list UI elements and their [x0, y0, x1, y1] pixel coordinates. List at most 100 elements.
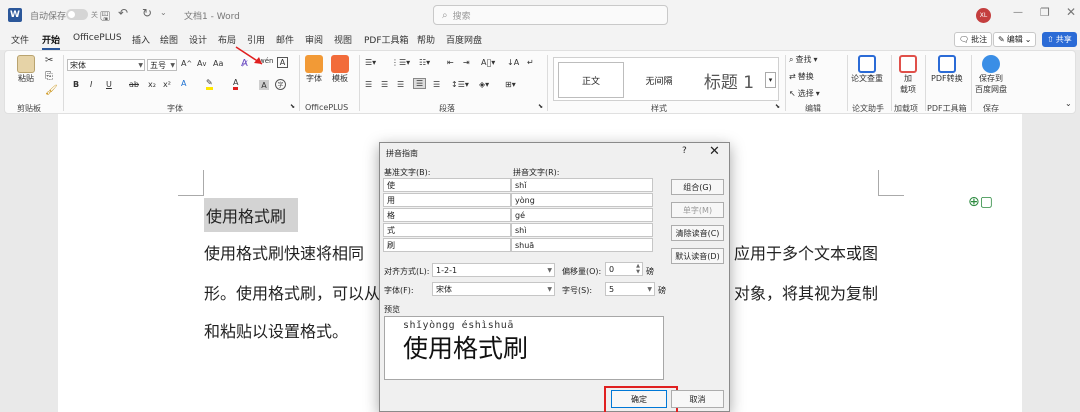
ruby-text-field[interactable]: shì — [511, 223, 653, 237]
officeplus-template-button[interactable]: 模板 — [331, 55, 349, 84]
strikethrough-icon[interactable]: ab — [129, 80, 139, 89]
base-text-field[interactable]: 使 — [383, 178, 511, 192]
comment-button[interactable]: 🗨 批注 — [954, 32, 993, 47]
default-reading-button[interactable]: 默认读音(D) — [671, 248, 724, 264]
clear-reading-button[interactable]: 清除读音(C) — [671, 225, 724, 241]
paragraph-line-3[interactable]: 和粘贴以设置格式。 — [204, 318, 348, 342]
justify-icon[interactable]: ☰ — [413, 78, 427, 89]
share-button[interactable]: ⇧ 共享 — [1042, 32, 1077, 47]
restore-icon[interactable]: ❐ — [1040, 6, 1050, 19]
paragraph-line-1-right[interactable]: 应用于多个文本或图 — [734, 240, 878, 264]
ruby-text-field[interactable]: shǐ — [511, 178, 653, 192]
save-icon[interactable]: 🖫 — [100, 7, 110, 28]
shading-icon[interactable]: ◈▾ — [479, 80, 489, 89]
style-heading-1[interactable]: 标题 1 — [694, 62, 764, 98]
stepper-arrows-icon[interactable]: ▲ ▼ — [636, 263, 640, 275]
subscript-icon[interactable]: x₂ — [148, 80, 156, 89]
offset-stepper[interactable]: 0 ▲ ▼ — [605, 262, 643, 276]
format-painter-icon[interactable]: 🖌 — [45, 85, 58, 96]
addins-button[interactable]: 加 载项 — [899, 55, 917, 95]
select-button[interactable]: ↖ 选择 ▾ — [789, 88, 820, 99]
tab-view[interactable]: 视图 — [334, 33, 352, 46]
save-to-baidu-button[interactable]: 保存到 百度网盘 — [975, 55, 1007, 95]
chinese-layout-icon[interactable]: A⃝▾ — [481, 58, 495, 67]
increase-indent-icon[interactable]: ⇥ — [463, 58, 470, 67]
grow-font-icon[interactable]: A ^ — [181, 59, 192, 68]
ruby-text-field[interactable]: shuā — [511, 238, 653, 252]
copy-icon[interactable]: ⎘ — [45, 71, 53, 82]
tab-draw[interactable]: 绘图 — [160, 33, 178, 46]
find-button[interactable]: ⌕ 查找 ▾ — [789, 54, 818, 65]
cut-icon[interactable]: ✂ — [45, 55, 53, 66]
pdf-convert-button[interactable]: PDF转换 — [931, 55, 963, 84]
tab-review[interactable]: 审阅 — [305, 33, 323, 46]
cancel-button[interactable]: 取消 — [671, 390, 724, 408]
tab-insert[interactable]: 插入 — [132, 33, 150, 46]
tab-mailings[interactable]: 邮件 — [276, 33, 294, 46]
paper-check-button[interactable]: 论文查重 — [851, 55, 883, 84]
size-select[interactable]: 5 ▼ — [605, 282, 655, 296]
mono-button[interactable]: 单字(M) — [671, 202, 724, 218]
styles-more-icon[interactable]: ▾ — [765, 72, 776, 88]
enclose-characters-icon[interactable]: 字 — [275, 79, 286, 90]
bold-icon[interactable]: B — [73, 80, 79, 89]
font-name-select[interactable]: 宋体 ▼ — [67, 59, 145, 71]
edit-mode-button[interactable]: ✎ 编辑 ⌄ — [993, 32, 1037, 47]
superscript-icon[interactable]: x² — [163, 80, 171, 89]
bullets-icon[interactable]: ☰▾ — [365, 58, 376, 67]
decrease-indent-icon[interactable]: ⇤ — [447, 58, 454, 67]
avatar[interactable]: XL — [976, 8, 991, 23]
tab-design[interactable]: 设计 — [189, 33, 207, 46]
borders-icon[interactable]: ⊞▾ — [505, 80, 516, 89]
paragraph-dialog-launcher-icon[interactable]: ⬊ — [538, 103, 543, 110]
collapse-ribbon-icon[interactable]: ⌄ — [1065, 99, 1072, 108]
font-dialog-launcher-icon[interactable]: ⬊ — [290, 103, 295, 110]
base-text-field[interactable]: 用 — [383, 193, 511, 207]
numbering-icon[interactable]: ⋮☰▾ — [391, 58, 410, 67]
font-color-icon[interactable]: A — [233, 78, 239, 90]
alignment-select[interactable]: 1-2-1 ▼ — [432, 263, 555, 277]
change-case-icon[interactable]: Aa — [213, 59, 223, 68]
paragraph-line-1-left[interactable]: 使用格式刷快速将相同 — [204, 240, 364, 264]
quick-access-more-icon[interactable]: ⌄ — [160, 8, 167, 17]
multilevel-list-icon[interactable]: ☷▾ — [419, 58, 430, 67]
paragraph-line-2-right[interactable]: 对象，将其视为复制 — [734, 280, 878, 304]
align-right-icon[interactable]: ☰ — [397, 80, 404, 89]
ruby-text-field[interactable]: gé — [511, 208, 653, 222]
autosave-toggle[interactable]: 关 — [66, 9, 98, 20]
character-border-icon[interactable]: A — [277, 57, 288, 68]
help-icon[interactable]: ? — [682, 146, 687, 156]
redo-icon[interactable]: ↻ — [142, 6, 152, 20]
selected-text[interactable]: 使用格式刷 — [204, 198, 299, 232]
sort-icon[interactable]: ↓A — [507, 58, 519, 67]
tab-help[interactable]: 帮助 — [417, 33, 435, 46]
base-text-field[interactable]: 格 — [383, 208, 511, 222]
align-center-icon[interactable]: ☰ — [381, 80, 388, 89]
highlight-icon[interactable]: ✎ — [206, 78, 213, 90]
add-comment-icon[interactable]: ⊕▢ — [968, 194, 993, 210]
font-select[interactable]: 宋体 ▼ — [432, 282, 555, 296]
show-marks-icon[interactable]: ↵ — [527, 58, 534, 67]
styles-dialog-launcher-icon[interactable]: ⬊ — [775, 103, 780, 110]
ruby-text-field[interactable]: yòng — [511, 193, 653, 207]
text-effects-icon[interactable]: A — [181, 79, 186, 88]
font-size-select[interactable]: 五号 ▼ — [147, 59, 177, 71]
character-shading-icon[interactable]: A — [259, 80, 269, 90]
underline-icon[interactable]: U — [106, 80, 112, 89]
officeplus-font-button[interactable]: 字体 — [305, 55, 323, 84]
style-no-spacing[interactable]: 无间隔 — [626, 62, 692, 98]
italic-icon[interactable]: I — [90, 80, 92, 89]
search-box[interactable]: ⌕ 搜索 — [433, 5, 668, 25]
group-button[interactable]: 组合(G) — [671, 179, 724, 195]
replace-button[interactable]: ⇄ 替换 — [789, 71, 814, 82]
style-normal[interactable]: 正文 — [558, 62, 624, 98]
base-text-field[interactable]: 式 — [383, 223, 511, 237]
line-spacing-icon[interactable]: ↕☰▾ — [451, 80, 469, 89]
undo-icon[interactable]: ↶ — [118, 6, 128, 20]
tab-home[interactable]: 开始 — [42, 33, 61, 50]
tab-file[interactable]: 文件 — [11, 33, 29, 46]
tab-baidu-netdisk[interactable]: 百度网盘 — [446, 33, 482, 46]
close-window-icon[interactable]: ✕ — [1066, 5, 1076, 19]
paragraph-line-2-left[interactable]: 形。使用格式刷，可以从 — [204, 280, 380, 304]
tab-officeplus[interactable]: OfficePLUS — [73, 33, 122, 43]
